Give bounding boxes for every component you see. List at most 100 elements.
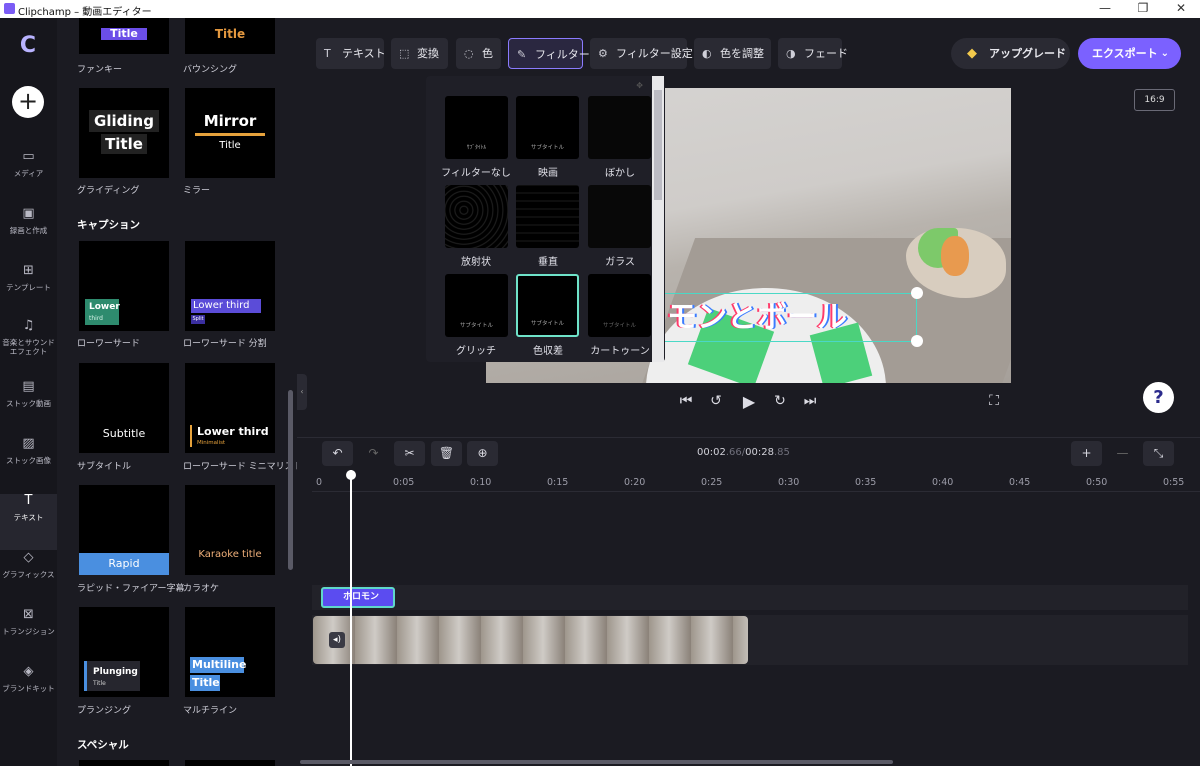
window-titlebar: Clipchamp – 動画エディター — ❐ ✕	[0, 0, 1200, 18]
filter-thumb-vertical[interactable]	[516, 185, 579, 248]
add-media-button[interactable]: +	[12, 86, 44, 118]
help-button[interactable]: ?	[1143, 382, 1174, 413]
captions-section-heading: キャプション	[77, 219, 140, 231]
magic-wand-icon: ✎	[517, 48, 527, 61]
undo-button[interactable]: ↶	[322, 441, 353, 466]
nav-stock-images[interactable]: ▨ ストック画像	[0, 437, 57, 493]
template-label-karaoke: カラオケ	[183, 584, 220, 594]
timeline-scrollbar[interactable]	[300, 760, 893, 764]
template-label-lower-third-split: ローワーサード 分割	[183, 339, 267, 349]
template-card-mirror[interactable]: Mirror Title	[185, 88, 275, 178]
template-card-lower-third-minimalist[interactable]: Lower third Minimalist	[185, 363, 275, 453]
color-tool-button[interactable]: ◌ 色	[456, 38, 501, 69]
collapse-panel-button[interactable]: ‹	[297, 374, 307, 410]
nav-graphics[interactable]: ◇ グラフィックス	[0, 551, 57, 607]
template-card-lower-third-split[interactable]: Lower third Split	[185, 241, 275, 331]
template-card-karaoke[interactable]: Karaoke title	[185, 485, 275, 575]
speaker-icon[interactable]: ◂)	[329, 632, 345, 648]
resize-handle-top-right[interactable]	[911, 287, 923, 299]
filter-tool-button[interactable]: ✎ フィルター	[508, 38, 590, 69]
contrast-icon: ◐	[702, 47, 712, 60]
video-clip[interactable]: ◂)	[313, 616, 748, 664]
template-card-lower-third[interactable]: Lower third	[79, 241, 169, 331]
film-icon: ▤	[22, 379, 35, 394]
skip-back-icon[interactable]: ⏮	[677, 393, 695, 409]
nav-record-create[interactable]: ▣ 録画と作成	[0, 207, 57, 263]
timeline-ruler[interactable]: 0 0:05 0:10 0:15 0:20 0:25 0:30 0:35 0:4…	[312, 470, 1200, 492]
filter-thumb-blur[interactable]	[588, 96, 651, 159]
filter-thumb-glitch[interactable]: サブタイトル	[445, 274, 508, 337]
close-button[interactable]: ✕	[1166, 1, 1196, 15]
export-button[interactable]: エクスポート ⌄	[1078, 38, 1181, 69]
template-label-bouncing: バウンシング	[183, 65, 238, 75]
play-button[interactable]: ▶	[739, 392, 759, 411]
skip-forward-icon[interactable]: ⏭	[801, 393, 819, 409]
text-clip[interactable]: ホロモン	[321, 587, 395, 608]
delete-button[interactable]: 🗑	[431, 441, 462, 466]
template-card-multiline[interactable]: Multiline Title	[185, 607, 275, 697]
forward-5s-icon[interactable]: ↻	[771, 393, 789, 409]
template-card-special-2[interactable]	[185, 760, 275, 766]
template-card-plunging[interactable]: Plunging Title	[79, 607, 169, 697]
clipchamp-logo-icon[interactable]: C	[14, 32, 42, 60]
filter-settings-button[interactable]: ⚙ フィルター設定	[590, 38, 693, 69]
text-tool-button[interactable]: T テキスト	[316, 38, 386, 69]
template-card-subtitle[interactable]: Subtitle	[79, 363, 169, 453]
timecode: 00:02.66/00:28.85	[697, 447, 790, 458]
transform-tool-button[interactable]: ⬚ 変換	[391, 38, 448, 69]
template-label-lower-third-minimalist: ローワーサード ミニマリスト	[183, 462, 297, 472]
redo-button[interactable]: ↷	[358, 441, 389, 466]
rewind-5s-icon[interactable]: ↺	[707, 393, 725, 409]
fit-timeline-button[interactable]: ⤡	[1143, 441, 1174, 466]
special-section-heading: スペシャル	[77, 739, 129, 751]
template-card-rapid-fire[interactable]: Rapid	[79, 485, 169, 575]
template-label-mirror: ミラー	[183, 186, 211, 196]
filter-thumb-cinema[interactable]: サブタイトル	[516, 96, 579, 159]
filter-thumb-none[interactable]: ｻﾌﾞﾀｲﾄﾙ	[445, 96, 508, 159]
adjust-color-button[interactable]: ◐ 色を調整	[694, 38, 771, 69]
template-label-plunging: プランジング	[77, 706, 132, 716]
upgrade-button[interactable]: ◆ アップグレード	[951, 38, 1070, 69]
filter-label-glitch: グリッチ	[456, 346, 496, 357]
nav-brand-kit[interactable]: ◈ ブランドキット	[0, 665, 57, 721]
filter-thumb-glass[interactable]	[588, 185, 651, 248]
aspect-ratio-button[interactable]: 16:9	[1134, 89, 1175, 111]
template-label-multiline: マルチライン	[183, 706, 238, 716]
text-icon: T	[324, 47, 331, 60]
filter-thumb-chromatic-aberration[interactable]: サブタイトル	[516, 274, 579, 337]
nav-text[interactable]: T テキスト	[0, 494, 57, 550]
template-card-special-1[interactable]	[79, 760, 169, 766]
filter-panel-scrollbar[interactable]	[652, 76, 664, 362]
brand-kit-icon: ◈	[23, 664, 34, 679]
playhead[interactable]	[346, 470, 356, 766]
zoom-in-button[interactable]: +	[1071, 441, 1102, 466]
filter-label-cinema: 映画	[538, 168, 558, 179]
template-card-bouncing[interactable]: Title	[185, 18, 275, 54]
nav-transitions[interactable]: ⊠ トランジション	[0, 608, 57, 664]
template-card-gliding[interactable]: Gliding Title	[79, 88, 169, 178]
add-to-timeline-button[interactable]: ⊕	[467, 441, 498, 466]
minimize-button[interactable]: —	[1090, 1, 1120, 15]
nav-templates[interactable]: ⊞ テンプレート	[0, 264, 57, 320]
filter-label-glass: ガラス	[605, 257, 635, 268]
zoom-out-button[interactable]: —	[1107, 441, 1138, 466]
mirror-divider	[195, 133, 265, 136]
split-button[interactable]: ✂	[394, 441, 425, 466]
nav-music-sfx[interactable]: ♫ 音楽とサウンド エフェクト	[0, 319, 57, 375]
library-scrollbar[interactable]	[288, 390, 293, 570]
nav-media[interactable]: ▭ メディア	[0, 150, 57, 206]
filter-label-cartoon: カートゥーン	[590, 346, 650, 357]
template-card-funky[interactable]: Title	[79, 18, 169, 54]
resize-handle-bottom-right[interactable]	[911, 335, 923, 347]
filter-thumb-radial[interactable]	[445, 185, 508, 248]
nav-stock-video[interactable]: ▤ ストック動画	[0, 380, 57, 436]
maximize-button[interactable]: ❐	[1128, 1, 1158, 15]
filter-label-none: フィルターなし	[441, 168, 511, 179]
filter-label-vertical: 垂直	[538, 257, 558, 268]
drag-handle-icon[interactable]: ✥	[636, 81, 643, 90]
fade-icon: ◑	[786, 47, 796, 60]
fullscreen-icon[interactable]: ⛶	[985, 393, 1003, 409]
filter-thumb-cartoon[interactable]: サブタイトル	[588, 274, 651, 337]
caption-text-overlay[interactable]: モンとボール	[664, 293, 917, 342]
fade-button[interactable]: ◑ フェード	[778, 38, 848, 69]
